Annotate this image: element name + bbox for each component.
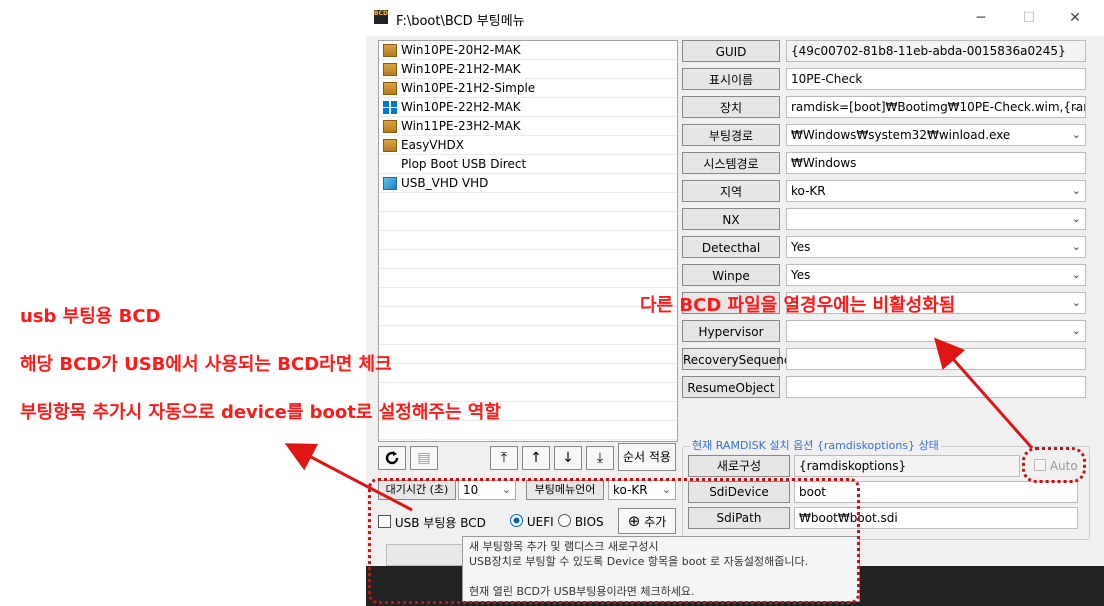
arrow-to-right-text: [934, 337, 1034, 449]
annotation-text: 다른 BCD 파일을 열경우에는 비활성화됨: [640, 295, 956, 316]
annotation-text: 부팅항목 추가시 자동으로 device를 boot로 설정해주는 역할: [20, 402, 501, 423]
annotation-text: usb 부팅용 BCD: [20, 306, 161, 327]
arrow-to-usb-text: [284, 443, 413, 512]
annotation-text: 해당 BCD가 USB에서 사용되는 BCD라면 체크: [20, 354, 392, 375]
